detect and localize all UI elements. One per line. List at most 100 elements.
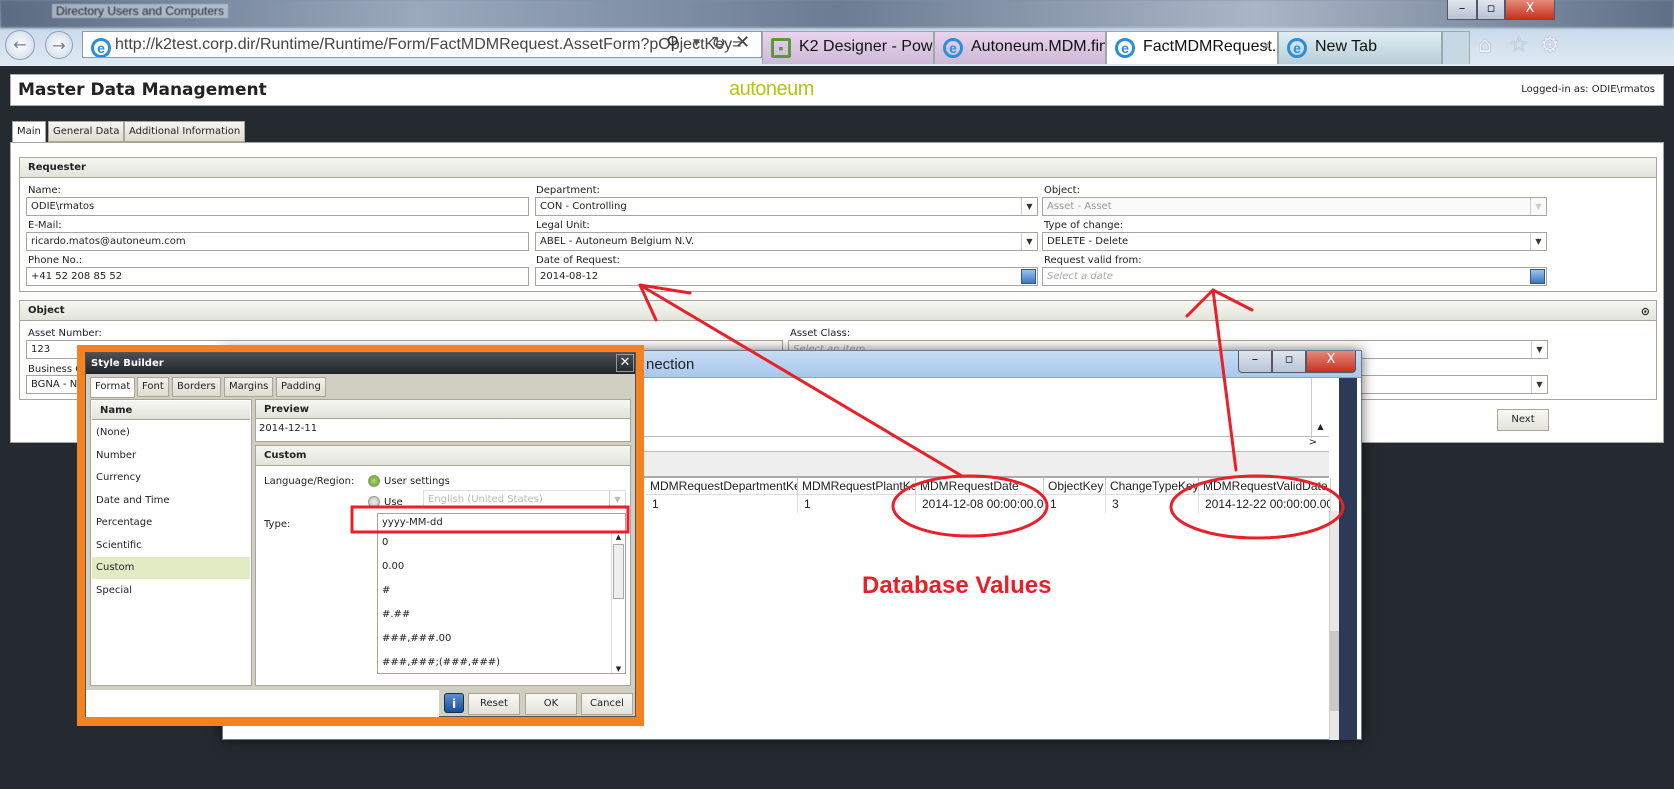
grid-scrollbar[interactable] [1329, 511, 1339, 740]
chevron-down-icon[interactable]: ▼ [1021, 198, 1037, 215]
cancel-button[interactable]: Cancel [581, 693, 633, 715]
format-option[interactable]: ###,###.00 [382, 633, 451, 644]
reset-button[interactable]: Reset [468, 693, 520, 715]
object-select[interactable]: Asset - Asset ▼ [1042, 197, 1547, 216]
tab-borders[interactable]: Borders [172, 377, 221, 397]
next-button[interactable]: Next [1497, 409, 1549, 431]
format-option[interactable]: 0.00 [382, 561, 404, 572]
grid-cell[interactable]: 3 [1106, 495, 1199, 513]
outer-scrollbar[interactable] [1339, 378, 1357, 740]
format-category-item[interactable]: Custom [92, 557, 250, 579]
info-icon[interactable]: i [444, 693, 464, 713]
format-category-item[interactable]: Date and Time [92, 490, 250, 512]
dropdown-arrow-icon[interactable]: ▼ [693, 38, 700, 48]
restore-button[interactable]: ▫ [1477, 0, 1505, 20]
tab-general-data[interactable]: General Data [48, 121, 125, 142]
scrollbar-thumb[interactable] [613, 544, 624, 599]
format-option[interactable]: #.## [382, 609, 410, 620]
grid-cell[interactable]: 2014-12-22 00:00:00.000 [1199, 495, 1331, 513]
column-header[interactable]: MDMRequestDepartmentKey [646, 478, 798, 495]
column-header[interactable]: MDMRequestPlantKey [798, 478, 916, 495]
format-category-item[interactable]: Scientific [92, 535, 250, 557]
chevron-down-icon[interactable]: ▼ [1530, 233, 1546, 250]
new-tab-button[interactable] [1442, 31, 1470, 64]
name-panel: Name (None) Number Currency Date and Time Pe… [90, 399, 252, 686]
tab-new-tab[interactable]: e New Tab [1278, 31, 1442, 64]
format-category-item[interactable]: Percentage [92, 512, 250, 534]
maximize-button[interactable]: ▫ [1272, 351, 1306, 373]
section-header: Requester [20, 158, 1656, 178]
chevron-down-icon[interactable]: ▼ [1531, 341, 1547, 358]
date-of-request-field[interactable]: 2014-08-12 [535, 267, 1038, 286]
minimize-button[interactable]: – [1447, 0, 1477, 20]
scrollbar-thumb[interactable] [1330, 631, 1339, 711]
calendar-icon[interactable] [1021, 269, 1036, 284]
scroll-up-icon[interactable]: ▲ [1311, 378, 1329, 438]
format-option[interactable]: 0 [382, 537, 388, 548]
format-category-item[interactable]: Currency [92, 467, 250, 489]
user-settings-radio[interactable] [368, 475, 380, 487]
address-bar[interactable]: e http://k2test.corp.dir/Runtime/Runtime/… [82, 31, 762, 58]
grid-cell[interactable]: 2014-12-08 00:00:00.000 [916, 495, 1044, 513]
close-window-button[interactable]: X [1505, 0, 1555, 20]
tab-format[interactable]: Format [90, 377, 136, 398]
format-category-item[interactable]: Number [92, 445, 250, 467]
ok-button[interactable]: OK [525, 693, 577, 715]
home-icon[interactable]: ⌂ [1478, 33, 1492, 58]
format-list-scrollbar[interactable]: ▲ ▼ [611, 533, 625, 673]
ie-icon: e [1115, 38, 1135, 58]
format-option[interactable]: ###,###;(###,###) [382, 657, 500, 668]
tab-factmdmrequest[interactable]: e FactMDMRequest... × [1106, 31, 1278, 64]
grid-cell[interactable]: 1 [798, 495, 916, 513]
format-category-item[interactable]: (None) [92, 422, 250, 444]
chevron-down-icon[interactable]: ▼ [1531, 376, 1547, 393]
email-field[interactable]: ricardo.matos@autoneum.com [26, 232, 529, 251]
name-field[interactable]: ODIE\rmatos [26, 197, 529, 216]
back-icon[interactable]: ← [5, 30, 35, 60]
column-header[interactable]: MDMRequestValidDate [1199, 478, 1331, 495]
minimize-button[interactable]: – [1238, 351, 1272, 373]
tab-font[interactable]: Font [137, 377, 169, 397]
legal-unit-select[interactable]: ABEL - Autoneum Belgium N.V. ▼ [535, 232, 1038, 251]
refresh-icon[interactable]: ↻ [711, 33, 726, 54]
collapse-icon[interactable]: ⊙ [1641, 302, 1650, 322]
search-icon[interactable]: ⚲ [666, 33, 679, 54]
scroll-down-icon[interactable]: ▼ [612, 665, 625, 673]
chevron-down-icon[interactable]: ▼ [1021, 233, 1037, 250]
calendar-icon[interactable] [1530, 269, 1545, 284]
language-select: English (United States) ▼ [423, 490, 626, 509]
close-tab-icon[interactable]: × [1262, 32, 1271, 62]
phone-field[interactable]: +41 52 208 85 52 [26, 267, 529, 286]
column-header[interactable]: ObjectKey [1044, 478, 1106, 495]
close-window-button[interactable]: X [1306, 351, 1356, 373]
legal-unit-label: Legal Unit: [536, 220, 590, 231]
format-category-item[interactable]: Special [92, 580, 250, 602]
close-icon[interactable]: ✕ [616, 354, 634, 372]
format-list[interactable]: 0 0.00 # #.## ###,###.00 ###,###;(###,###) ▲ ▼ [377, 532, 626, 674]
use-radio[interactable] [368, 496, 380, 508]
tab-label: K2 Designer - Power... [799, 38, 933, 55]
settings-gear-icon[interactable]: ⚙ [1540, 33, 1560, 58]
type-of-change-select[interactable]: DELETE - Delete ▼ [1042, 232, 1547, 251]
tab-k2-designer[interactable]: ▪ K2 Designer - Power... [762, 31, 934, 64]
column-header[interactable]: ChangeTypeKey [1106, 478, 1199, 495]
grid-cell[interactable]: 1 [1044, 495, 1106, 513]
format-option[interactable]: # [382, 585, 390, 596]
valid-from-field[interactable]: Select a date [1042, 267, 1547, 286]
tab-padding[interactable]: Padding [276, 377, 326, 397]
window-title: Directory Users and Computers [52, 4, 229, 18]
stop-icon[interactable]: ✕ [735, 32, 750, 53]
asset-class-label: Asset Class: [790, 328, 851, 339]
column-header[interactable]: MDMRequestDate [916, 478, 1044, 495]
grid-cell[interactable]: 1 [646, 495, 798, 513]
tab-additional-information[interactable]: Additional Information [124, 121, 246, 142]
business-label: Business C [28, 364, 83, 375]
department-select[interactable]: CON - Controlling ▼ [535, 197, 1038, 216]
favorites-star-icon[interactable]: ☆ [1509, 33, 1529, 58]
department-label: Department: [536, 185, 600, 196]
forward-icon[interactable]: → [45, 31, 73, 59]
type-field[interactable]: yyyy-MM-dd [377, 513, 626, 532]
tab-margins[interactable]: Margins [224, 377, 274, 397]
tab-main[interactable]: Main [12, 121, 46, 143]
tab-autoneum-mdm[interactable]: e Autoneum.MDM.find... [934, 31, 1106, 64]
